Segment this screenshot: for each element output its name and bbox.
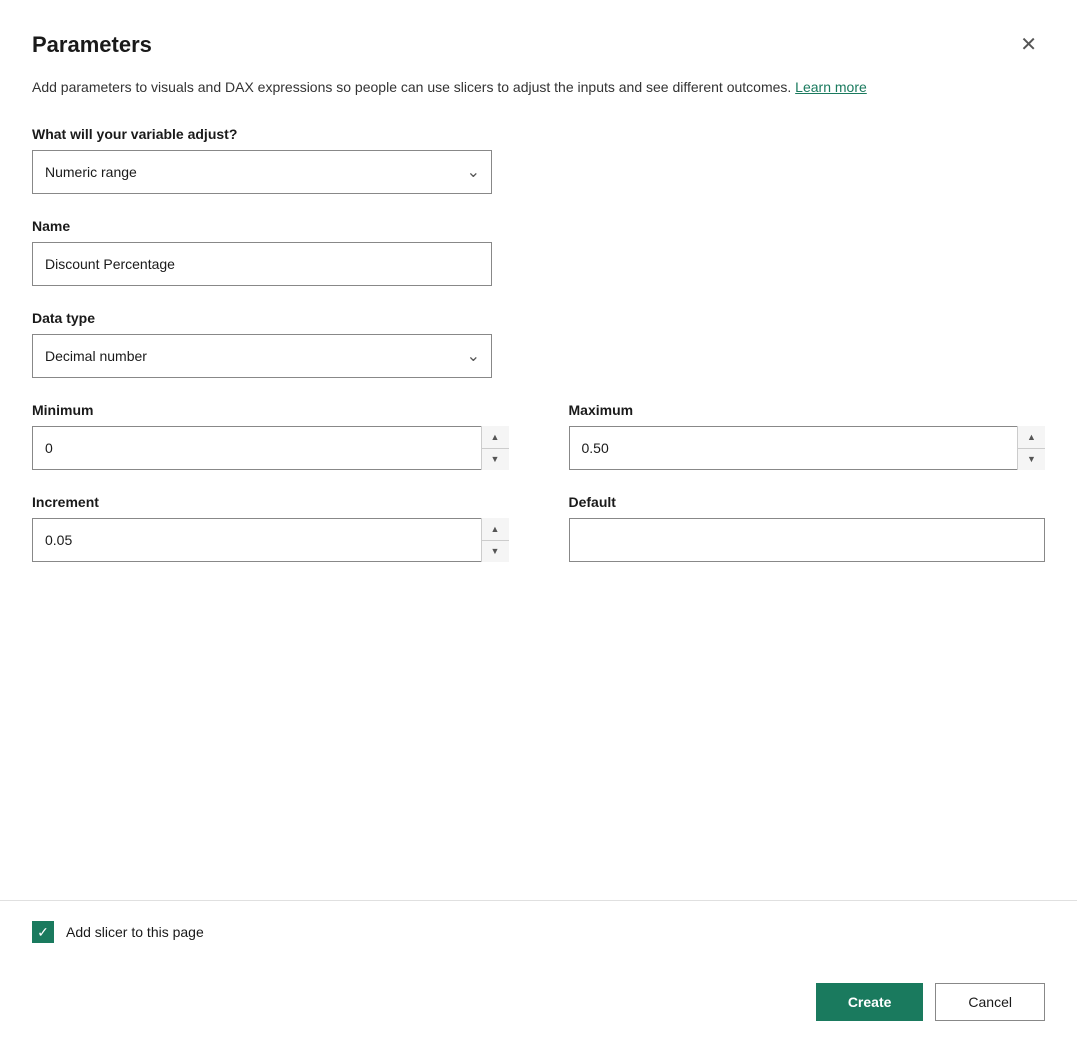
increment-input-wrapper: ▲ ▼	[32, 518, 509, 562]
increment-label: Increment	[32, 494, 509, 510]
variable-select-wrapper: Numeric rangeList of values ⌄	[32, 150, 492, 194]
cancel-button[interactable]: Cancel	[935, 983, 1045, 1021]
parameters-dialog: Parameters ✕ Add parameters to visuals a…	[0, 0, 1077, 1049]
dialog-footer: ✓ Add slicer to this page	[0, 900, 1077, 963]
minimum-col: Minimum ▲ ▼	[32, 402, 509, 470]
learn-more-link[interactable]: Learn more	[795, 79, 867, 95]
dialog-title: Parameters	[32, 32, 152, 58]
datatype-select[interactable]: Decimal numberWhole number	[32, 334, 492, 378]
close-button[interactable]: ✕	[1012, 28, 1045, 61]
create-button[interactable]: Create	[816, 983, 924, 1021]
maximum-input[interactable]	[569, 426, 1046, 470]
maximum-spin-buttons: ▲ ▼	[1017, 426, 1045, 470]
name-label: Name	[32, 218, 1045, 234]
variable-label: What will your variable adjust?	[32, 126, 1045, 142]
minimum-input[interactable]	[32, 426, 509, 470]
checkmark-icon: ✓	[37, 925, 49, 939]
maximum-col: Maximum ▲ ▼	[569, 402, 1046, 470]
increment-input[interactable]	[32, 518, 509, 562]
variable-select[interactable]: Numeric rangeList of values	[32, 150, 492, 194]
datatype-section: Data type Decimal numberWhole number ⌄	[32, 310, 1045, 378]
increment-default-row: Increment ▲ ▼ Default	[32, 494, 1045, 562]
dialog-header: Parameters ✕	[0, 0, 1077, 77]
datatype-label: Data type	[32, 310, 1045, 326]
minimum-spin-buttons: ▲ ▼	[481, 426, 509, 470]
description-text: Add parameters to visuals and DAX expres…	[32, 77, 1045, 98]
maximum-spin-up[interactable]: ▲	[1018, 426, 1045, 449]
default-input[interactable]	[569, 518, 1046, 562]
minmax-row: Minimum ▲ ▼ Maximum ▲ ▼	[32, 402, 1045, 470]
increment-spin-up[interactable]: ▲	[482, 518, 509, 541]
minimum-label: Minimum	[32, 402, 509, 418]
default-input-wrapper	[569, 518, 1046, 562]
maximum-spin-down[interactable]: ▼	[1018, 449, 1045, 471]
dialog-actions: Create Cancel	[0, 963, 1077, 1049]
name-section: Name	[32, 218, 1045, 286]
datatype-select-wrapper: Decimal numberWhole number ⌄	[32, 334, 492, 378]
add-slicer-checkbox[interactable]: ✓	[32, 921, 54, 943]
maximum-input-wrapper: ▲ ▼	[569, 426, 1046, 470]
variable-section: What will your variable adjust? Numeric …	[32, 126, 1045, 194]
minimum-spin-down[interactable]: ▼	[482, 449, 509, 471]
default-label: Default	[569, 494, 1046, 510]
increment-spin-buttons: ▲ ▼	[481, 518, 509, 562]
increment-col: Increment ▲ ▼	[32, 494, 509, 562]
dialog-body: Add parameters to visuals and DAX expres…	[0, 77, 1077, 743]
maximum-label: Maximum	[569, 402, 1046, 418]
add-slicer-label: Add slicer to this page	[66, 924, 204, 940]
name-input[interactable]	[32, 242, 492, 286]
increment-spin-down[interactable]: ▼	[482, 541, 509, 563]
minimum-spin-up[interactable]: ▲	[482, 426, 509, 449]
minimum-input-wrapper: ▲ ▼	[32, 426, 509, 470]
default-col: Default	[569, 494, 1046, 562]
add-slicer-row: ✓ Add slicer to this page	[32, 921, 1045, 943]
